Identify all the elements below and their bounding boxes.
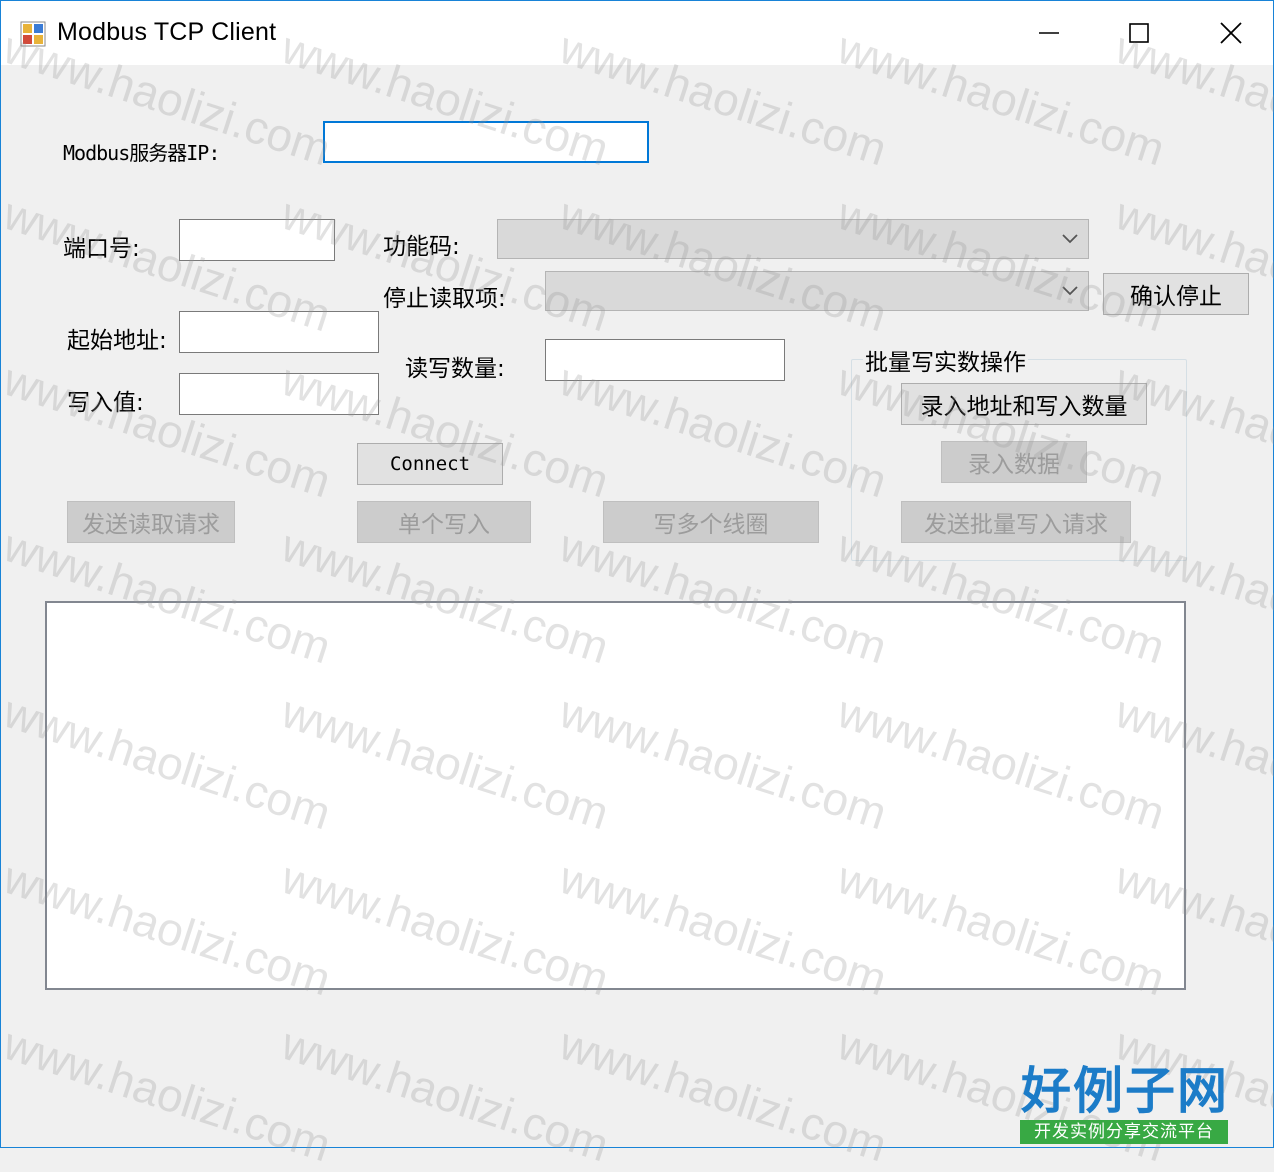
- logo-sub-text: 开发实例分享交流平台: [1020, 1120, 1228, 1144]
- confirm-stop-button[interactable]: 确认停止: [1103, 273, 1249, 315]
- minimize-button[interactable]: [1003, 1, 1095, 65]
- app-icon: [20, 21, 46, 47]
- stop-read-select[interactable]: [545, 271, 1089, 311]
- enter-address-count-button[interactable]: 录入地址和写入数量: [901, 383, 1147, 425]
- function-code-select[interactable]: [497, 219, 1089, 259]
- maximize-button[interactable]: [1093, 1, 1185, 65]
- chevron-down-icon: [1062, 286, 1078, 296]
- single-write-button[interactable]: 单个写入: [357, 501, 531, 543]
- start-address-input[interactable]: [179, 311, 379, 353]
- send-batch-write-button[interactable]: 发送批量写入请求: [901, 501, 1131, 543]
- batch-write-group-title: 批量写实数操作: [863, 343, 1028, 377]
- rw-count-label: 读写数量:: [405, 356, 505, 382]
- window-title: Modbus TCP Client: [57, 18, 277, 46]
- rw-count-input[interactable]: [545, 339, 785, 381]
- send-read-request-button[interactable]: 发送读取请求: [67, 501, 235, 543]
- server-ip-label: Modbus服务器IP:: [63, 141, 220, 165]
- start-address-label: 起始地址:: [67, 328, 167, 354]
- title-bar[interactable]: Modbus TCP Client: [1, 1, 1273, 65]
- enter-data-button[interactable]: 录入数据: [941, 441, 1087, 483]
- function-code-label: 功能码:: [383, 234, 460, 260]
- write-value-label: 写入值:: [67, 390, 144, 416]
- write-multiple-coils-button[interactable]: 写多个线圈: [603, 501, 819, 543]
- chevron-down-icon: [1062, 234, 1078, 244]
- port-label: 端口号:: [63, 236, 140, 262]
- logo-main-text: 好例子网: [1021, 1061, 1229, 1120]
- close-icon: [1220, 22, 1242, 44]
- server-ip-input[interactable]: [323, 121, 649, 163]
- close-button[interactable]: [1185, 1, 1273, 65]
- write-value-input[interactable]: [179, 373, 379, 415]
- port-input[interactable]: [179, 219, 335, 261]
- minimize-icon: [1039, 32, 1059, 34]
- maximize-icon: [1129, 23, 1149, 43]
- app-window: Modbus TCP Client Modbus服务器IP: 端口号: 功能码:…: [0, 0, 1274, 1148]
- site-logo: 好例子网 开发实例分享交流平台: [1020, 1062, 1230, 1146]
- connect-button[interactable]: Connect: [357, 443, 503, 485]
- stop-read-label: 停止读取项:: [383, 286, 506, 312]
- output-textbox[interactable]: [45, 601, 1186, 990]
